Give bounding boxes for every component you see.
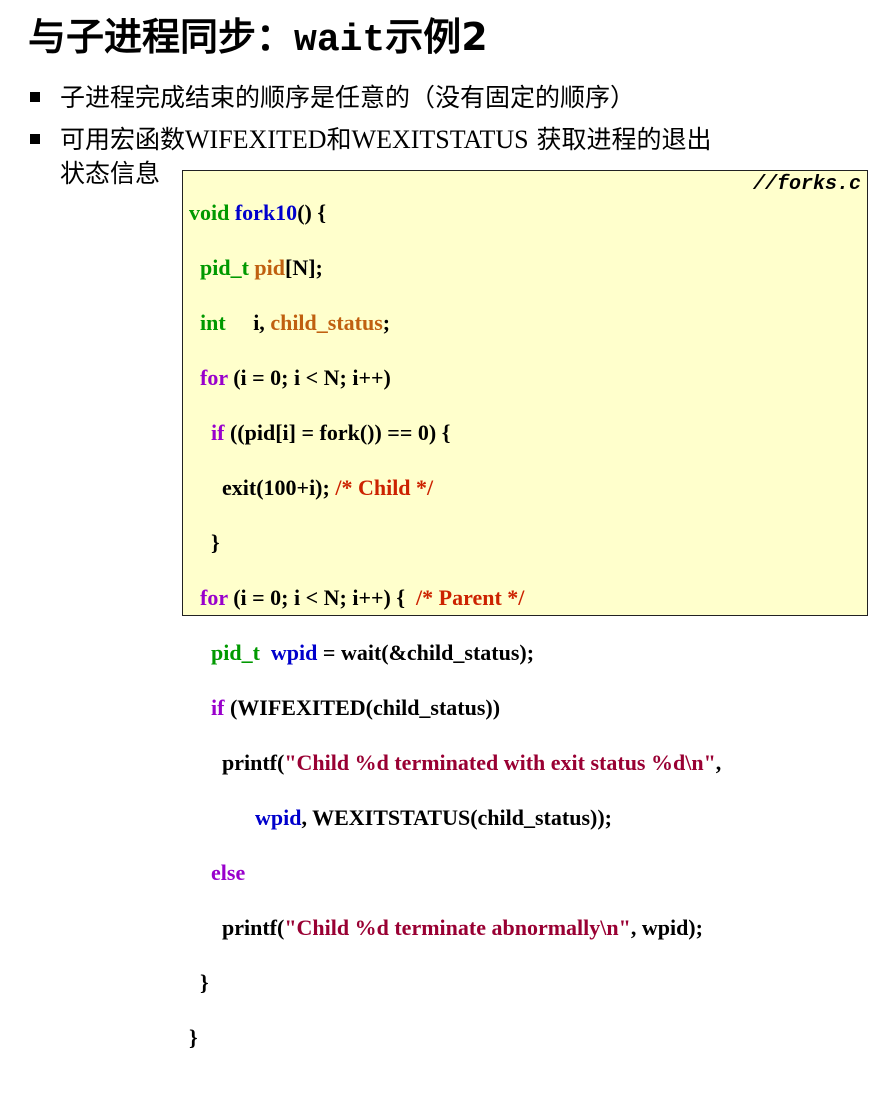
code-line-10: if (WIFEXITED(child_status)) — [211, 694, 501, 720]
bullet-2-text-b: WIFEXITED — [185, 125, 327, 154]
code-line-9: pid_t wpid = wait(&child_status); — [211, 639, 535, 665]
code-line-4: for (i = 0; i < N; i++) — [200, 364, 391, 390]
code-line-13: else — [211, 859, 246, 885]
code-line-2: pid_t pid[N]; — [200, 254, 323, 280]
title-wait: wait — [294, 19, 386, 62]
slide-title: 与子进程同步：wait示例2 — [28, 6, 488, 62]
code-line-6: exit(100+i); /* Child */ — [222, 474, 434, 500]
code-line-7: } — [211, 529, 220, 555]
bullet-2: 可用宏函数WIFEXITED和WEXITSTATUS 获取进程的退出 — [30, 120, 712, 156]
title-suffix: 示例2 — [385, 15, 488, 59]
code-line-11: printf("Child %d terminated with exit st… — [222, 749, 722, 775]
bullet-2-text-e: 获取进程的退出 — [528, 125, 712, 154]
bullet-2-text-a: 可用宏函数 — [60, 125, 186, 154]
code-line-12: wpid, WEXITSTATUS(child_status)); — [255, 804, 612, 830]
bullet-1-text: 子进程完成结束的顺序是任意的（没有固定的顺序） — [60, 83, 636, 112]
code-filename: //forks.c — [752, 173, 861, 196]
code-block: //forks.c void fork10() { pid_t pid[N]; … — [182, 170, 868, 1050]
bullet-2-text-c: 和 — [326, 125, 352, 154]
code-line-8: for (i = 0; i < N; i++) { /* Parent */ — [200, 584, 525, 610]
code-line-14: printf("Child %d terminate abnormally\n"… — [222, 914, 703, 940]
code-lines: void fork10() { pid_t pid[N]; int i, chi… — [189, 171, 721, 1106]
code-line-3: int i, child_status; — [200, 309, 391, 335]
bullet-square-icon — [30, 134, 40, 144]
bullet-1: 子进程完成结束的顺序是任意的（没有固定的顺序） — [30, 78, 635, 114]
bullet-2-continuation: 状态信息 — [60, 159, 161, 188]
code-line-16: } — [189, 1024, 198, 1050]
bullet-square-icon — [30, 92, 40, 102]
code-line-5: if ((pid[i] = fork()) == 0) { — [211, 419, 451, 445]
bullet-2-text-d: WEXITSTATUS — [351, 125, 529, 154]
code-line-1: void fork10() { — [189, 199, 327, 225]
code-line-15: } — [200, 969, 209, 995]
title-text: 与子进程同步： — [28, 15, 295, 59]
